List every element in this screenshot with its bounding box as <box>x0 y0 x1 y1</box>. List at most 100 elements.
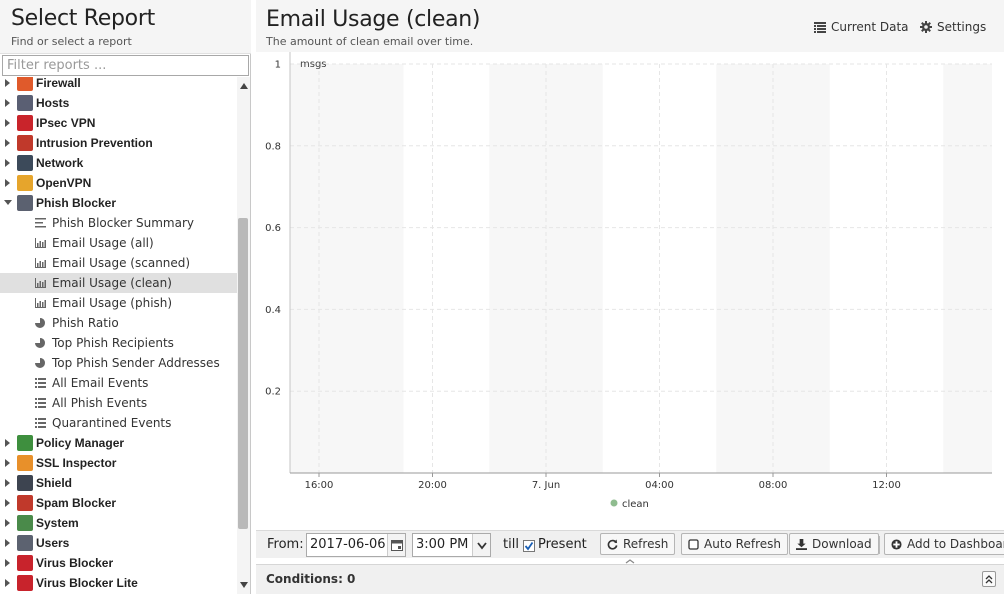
list-icon <box>35 398 46 408</box>
tree-app-label: Policy Manager <box>36 436 125 450</box>
present-checkbox[interactable] <box>523 540 535 552</box>
collapsed-arrow-icon[interactable] <box>5 559 10 567</box>
tree-app-virus-blocker-lite[interactable]: Virus Blocker Lite <box>0 573 237 593</box>
expanded-arrow-icon[interactable] <box>4 200 12 205</box>
collapsed-arrow-icon[interactable] <box>5 539 10 547</box>
legend-item-clean[interactable]: clean <box>610 499 649 510</box>
from-date-field[interactable]: 2017-06-06 <box>306 533 406 557</box>
tree-app-phish-blocker[interactable]: Phish Blocker <box>0 193 237 213</box>
tree-app-users[interactable]: Users <box>0 533 237 553</box>
y-axis-ticks: 0.2 0.4 0.6 0.8 1 <box>265 60 281 398</box>
tree-app-firewall[interactable]: Firewall <box>0 77 237 93</box>
tree-report-item[interactable]: Email Usage (scanned) <box>0 253 237 273</box>
refresh-button[interactable]: Refresh <box>600 533 676 555</box>
tree-report-item[interactable]: Top Phish Recipients <box>0 333 237 353</box>
x-tick-label: 04:00 <box>645 480 674 491</box>
tree-report-item[interactable]: Phish Blocker Summary <box>0 213 237 233</box>
users-icon <box>17 535 33 551</box>
tree-report-item[interactable]: Top Phish Sender Addresses <box>0 353 237 373</box>
settings-button[interactable]: Settings <box>920 18 986 36</box>
download-button[interactable]: Download <box>789 533 879 555</box>
bar-chart-icon <box>35 238 46 248</box>
tree-app-label: Phish Blocker <box>36 196 117 210</box>
table-icon <box>814 22 826 33</box>
collapsed-arrow-icon[interactable] <box>5 159 10 167</box>
current-data-button[interactable]: Current Data <box>814 18 909 36</box>
expand-conditions-button[interactable] <box>982 571 996 587</box>
chart-container: 0.2 0.4 0.6 0.8 1 16:00 20:00 7. Jun 04:00 08:00… <box>256 52 1004 530</box>
tree-app-shield[interactable]: Shield <box>0 473 237 493</box>
tree-app-ssl-inspector[interactable]: SSL Inspector <box>0 453 237 473</box>
report-toolbar: From: 2017-06-06 3:00 PM till Present Re… <box>256 530 1004 558</box>
collapsed-arrow-icon[interactable] <box>5 579 10 587</box>
tree-app-system[interactable]: System <box>0 513 237 533</box>
shield-icon <box>17 475 33 491</box>
x-tick-label: 08:00 <box>759 480 788 491</box>
filter-reports-input[interactable] <box>2 55 249 76</box>
tree-app-intrusion-prevention[interactable]: Intrusion Prevention <box>0 133 237 153</box>
y-axis-title: msgs <box>300 59 327 70</box>
auto-refresh-button[interactable]: Auto Refresh <box>681 533 788 555</box>
collapsed-arrow-icon[interactable] <box>5 499 10 507</box>
text-icon <box>35 218 46 228</box>
policy-manager-icon <box>17 435 33 451</box>
tree-app-hosts[interactable]: Hosts <box>0 93 237 113</box>
collapsed-arrow-icon[interactable] <box>5 459 10 467</box>
plot-band <box>290 64 404 473</box>
tree-report-label: Phish Blocker Summary <box>52 216 194 230</box>
time-dropdown-button[interactable] <box>472 534 490 556</box>
tree-app-virus-blocker[interactable]: Virus Blocker <box>0 553 237 573</box>
add-to-dashboard-button[interactable]: Add to Dashboard <box>884 533 1004 555</box>
present-label: Present <box>538 537 587 552</box>
collapsed-arrow-icon[interactable] <box>5 139 10 147</box>
collapsed-arrow-icon[interactable] <box>5 179 10 187</box>
tree-app-label: OpenVPN <box>36 176 92 190</box>
tree-app-label: Virus Blocker Lite <box>36 576 138 590</box>
collapsed-arrow-icon[interactable] <box>5 519 10 527</box>
conditions-title: Conditions: 0 <box>266 572 356 586</box>
scroll-up-arrow-icon[interactable] <box>240 83 248 89</box>
tree-report-item[interactable]: Quarantined Events <box>0 413 237 433</box>
tree-report-item[interactable]: Email Usage (all) <box>0 233 237 253</box>
tree-report-item[interactable]: All Email Events <box>0 373 237 393</box>
report-title: Email Usage (clean) <box>266 7 481 32</box>
tree-app-label: System <box>36 516 79 530</box>
y-tick-label: 0.4 <box>265 305 281 316</box>
collapsed-arrow-icon[interactable] <box>5 479 10 487</box>
tree-app-label: Virus Blocker <box>36 556 114 570</box>
tree-app-label: Shield <box>36 476 73 490</box>
usage-chart: 0.2 0.4 0.6 0.8 1 16:00 20:00 7. Jun 04:00 08:00… <box>265 52 992 510</box>
calendar-picker-button[interactable] <box>387 534 405 556</box>
download-icon <box>796 539 807 550</box>
tree-app-policy-manager[interactable]: Policy Manager <box>0 433 237 453</box>
tree-app-label: Users <box>36 536 70 550</box>
virus-blocker-icon <box>17 555 33 571</box>
phish-blocker-icon <box>17 195 33 211</box>
scrollbar-thumb[interactable] <box>238 218 248 529</box>
tree-report-item[interactable]: Phish Ratio <box>0 313 237 333</box>
collapsed-arrow-icon[interactable] <box>5 79 10 87</box>
tree-report-item[interactable]: All Phish Events <box>0 393 237 413</box>
refresh-label: Refresh <box>623 537 669 551</box>
collapsed-arrow-icon[interactable] <box>5 439 10 447</box>
tree-app-ipsec-vpn[interactable]: IPsec VPN <box>0 113 237 133</box>
from-time-field[interactable]: 3:00 PM <box>412 533 491 557</box>
bar-chart-icon <box>35 258 46 268</box>
auto-refresh-label: Auto Refresh <box>704 537 781 551</box>
collapsed-arrow-icon[interactable] <box>5 119 10 127</box>
tree-report-item[interactable]: Email Usage (phish) <box>0 293 237 313</box>
hosts-icon <box>17 95 33 111</box>
add-to-dashboard-label: Add to Dashboard <box>907 537 1004 551</box>
report-selector-panel: Select Report Find or select a report Fi… <box>0 0 251 594</box>
tree-app-spam-blocker[interactable]: Spam Blocker <box>0 493 237 513</box>
tree-app-network[interactable]: Network <box>0 153 237 173</box>
tree-app-label: IPsec VPN <box>36 116 96 130</box>
scroll-down-arrow-icon[interactable] <box>240 582 248 588</box>
tree-scrollbar[interactable] <box>237 77 250 594</box>
tree-report-item[interactable]: Email Usage (clean) <box>0 273 237 293</box>
report-view-panel: Email Usage (clean) The amount of clean … <box>256 0 1004 594</box>
x-axis-ticks: 16:00 20:00 7. Jun 04:00 08:00 12:00 <box>305 473 901 491</box>
tree-app-openvpn[interactable]: OpenVPN <box>0 173 237 193</box>
collapsed-arrow-icon[interactable] <box>5 99 10 107</box>
from-time-value: 3:00 PM <box>416 537 469 552</box>
